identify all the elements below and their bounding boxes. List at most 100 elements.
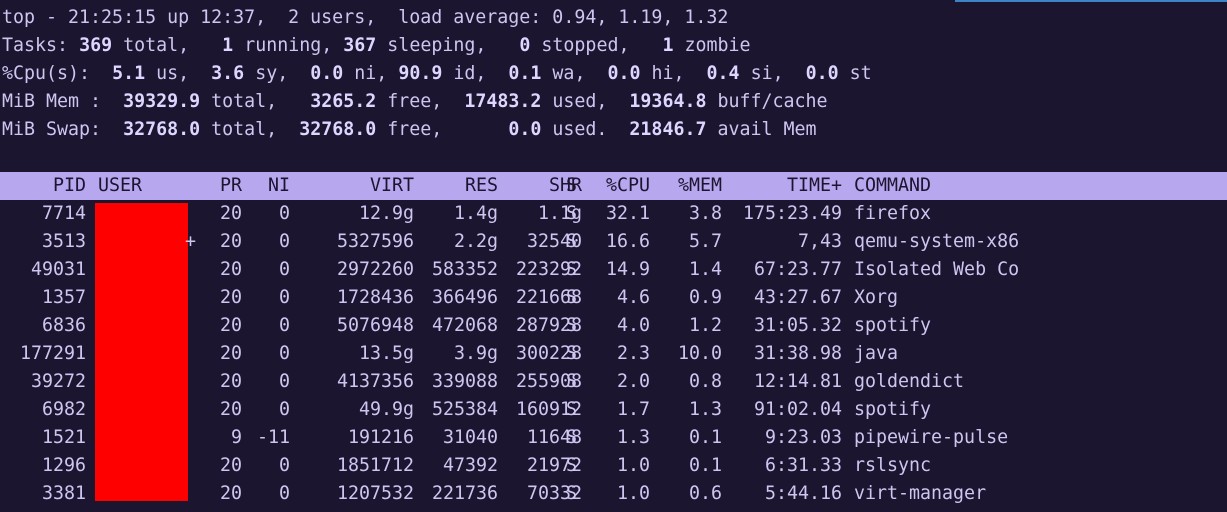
process-cmd: Xorg xyxy=(854,287,899,308)
process-virt: 49.9g xyxy=(358,399,414,420)
column-header-virt[interactable]: VIRT xyxy=(290,172,414,200)
process-res: 31040 xyxy=(442,427,498,448)
cpu-st: 0.0 xyxy=(805,63,839,84)
process-mem: 1.4 xyxy=(688,259,722,280)
process-pid: 39272 xyxy=(30,371,86,392)
process-mem: 0.1 xyxy=(688,427,722,448)
process-s: S xyxy=(566,427,578,448)
swap-used: 0.0 xyxy=(508,119,542,140)
column-header-pid[interactable]: PID xyxy=(0,172,86,200)
column-header-res[interactable]: RES xyxy=(414,172,498,200)
process-cpu: 32.1 xyxy=(605,203,650,224)
process-virt: 4137356 xyxy=(336,371,414,392)
process-time: 6:31.33 xyxy=(764,455,842,476)
tasks-sleeping: 367 xyxy=(343,35,377,56)
column-header-time[interactable]: TIME+ xyxy=(722,172,842,200)
process-virt: 1207532 xyxy=(336,483,414,504)
process-pr: 20 xyxy=(219,399,242,420)
column-header-s[interactable]: S xyxy=(566,172,580,200)
process-res: 47392 xyxy=(442,455,498,476)
column-header-cmd[interactable]: COMMAND xyxy=(854,172,1214,200)
process-s: S xyxy=(566,399,578,420)
user-truncation-mark: + xyxy=(185,231,197,252)
process-res: 472068 xyxy=(431,315,498,336)
process-s: S xyxy=(566,231,578,252)
process-ni: 0 xyxy=(278,287,290,308)
process-res: 221736 xyxy=(431,483,498,504)
process-time: 12:14.81 xyxy=(753,371,842,392)
process-s: S xyxy=(566,315,578,336)
process-time: 5:44.16 xyxy=(764,483,842,504)
swap-total: 32768.0 xyxy=(123,119,201,140)
process-ni: 0 xyxy=(278,371,290,392)
process-s: S xyxy=(566,203,578,224)
process-cpu: 1.0 xyxy=(616,483,650,504)
mem-free: 3265.2 xyxy=(310,91,377,112)
cpu-ni: 0.0 xyxy=(310,63,344,84)
process-mem: 3.8 xyxy=(688,203,722,224)
process-cmd: rslsync xyxy=(854,455,932,476)
process-pid: 49031 xyxy=(30,259,86,280)
process-s: S xyxy=(566,259,578,280)
process-time: 43:27.67 xyxy=(753,287,842,308)
process-res: 3.9g xyxy=(453,343,498,364)
swap-avail: 21846.7 xyxy=(629,119,707,140)
process-res: 583352 xyxy=(431,259,498,280)
terminal-window[interactable]: top - 21:25:15 up 12:37, 2 users, load a… xyxy=(0,0,1227,512)
process-pr: 20 xyxy=(219,455,242,476)
process-s: S xyxy=(566,483,578,504)
process-cmd: spotify xyxy=(854,315,932,336)
process-pr: 9 xyxy=(230,427,242,448)
cpu-si: 0.4 xyxy=(706,63,740,84)
process-mem: 0.9 xyxy=(688,287,722,308)
process-cpu: 16.6 xyxy=(605,231,650,252)
window-accent-line xyxy=(955,0,1227,2)
tasks-stopped: 0 xyxy=(519,35,531,56)
column-header-bar: PID USER PR NI VIRT RES SHR S %CPU %MEM TIME+ COMMA… xyxy=(0,172,1227,200)
process-virt: 5076948 xyxy=(336,315,414,336)
process-cpu: 1.7 xyxy=(616,399,650,420)
process-cpu: 4.6 xyxy=(616,287,650,308)
column-header-cpu[interactable]: %CPU xyxy=(596,172,650,200)
process-mem: 0.8 xyxy=(688,371,722,392)
mem-used: 17483.2 xyxy=(464,91,542,112)
process-pr: 20 xyxy=(219,259,242,280)
process-mem: 0.1 xyxy=(688,455,722,476)
column-header-user[interactable]: USER xyxy=(98,172,198,200)
process-ni: 0 xyxy=(278,231,290,252)
column-header-pr[interactable]: PR xyxy=(200,172,242,200)
process-ni: -11 xyxy=(256,427,290,448)
mem-total: 39329.9 xyxy=(123,91,201,112)
process-time: 31:38.98 xyxy=(753,343,842,364)
process-s: S xyxy=(566,455,578,476)
cpu-id: 90.9 xyxy=(398,63,443,84)
process-pr: 20 xyxy=(219,203,242,224)
process-virt: 1728436 xyxy=(336,287,414,308)
process-mem: 5.7 xyxy=(688,231,722,252)
process-ni: 0 xyxy=(278,455,290,476)
process-pid: 6982 xyxy=(41,399,86,420)
process-pid: 1521 xyxy=(41,427,86,448)
process-pr: 20 xyxy=(219,483,242,504)
process-time: 91:02.04 xyxy=(753,399,842,420)
process-time: 175:23.49 xyxy=(742,203,842,224)
process-cmd: goldendict xyxy=(854,371,965,392)
process-pid: 1296 xyxy=(41,455,86,476)
column-header-mem[interactable]: %MEM xyxy=(650,172,722,200)
process-s: S xyxy=(566,343,578,364)
uptime-line: top - 21:25:15 up 12:37, 2 users, load a… xyxy=(2,7,729,28)
process-ni: 0 xyxy=(278,315,290,336)
process-pr: 20 xyxy=(219,371,242,392)
process-pid: 1357 xyxy=(41,287,86,308)
process-s: S xyxy=(566,371,578,392)
process-mem: 0.6 xyxy=(688,483,722,504)
process-virt: 5327596 xyxy=(336,231,414,252)
cpu-us: 5.1 xyxy=(112,63,146,84)
process-time: 9:23.03 xyxy=(764,427,842,448)
column-header-ni[interactable]: NI xyxy=(250,172,290,200)
process-virt: 1851712 xyxy=(336,455,414,476)
mem-line: MiB Mem : 39329.9 total, 3265.2 free, 17… xyxy=(2,91,828,112)
process-s: S xyxy=(566,287,578,308)
tasks-line: Tasks: 369 total, 1 running, 367 sleepin… xyxy=(2,35,751,56)
process-pid: 177291 xyxy=(19,343,86,364)
